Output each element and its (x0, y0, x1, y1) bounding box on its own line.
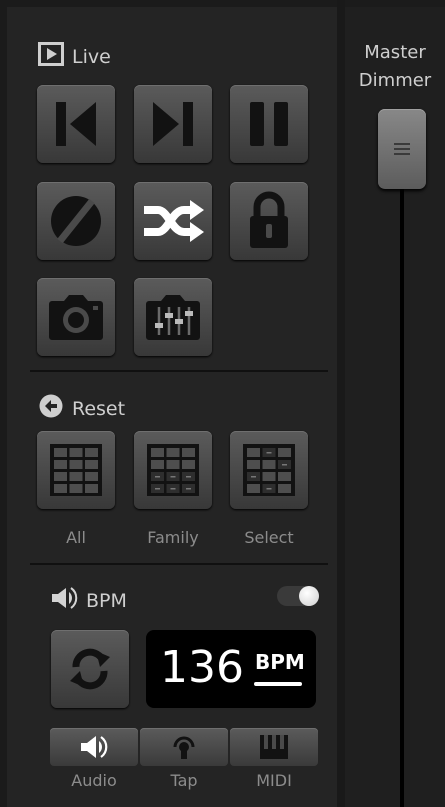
section-separator (30, 370, 328, 372)
master-dimmer-title-line2: Dimmer (358, 70, 432, 91)
piano-keys-icon (260, 735, 288, 759)
grid-family-icon (147, 444, 199, 496)
dimmer-track (400, 187, 404, 807)
dimmer-fader-handle[interactable] (378, 109, 426, 189)
reset-select-label: Select (244, 528, 294, 547)
bpm-underline (254, 682, 302, 686)
next-button[interactable] (134, 85, 212, 163)
bpm-source-audio-label: Audio (71, 771, 117, 790)
master-dimmer-title: Master Dimmer (345, 39, 445, 95)
master-dimmer-panel: Master Dimmer (345, 7, 445, 807)
toggle-knob (299, 586, 319, 606)
section-separator (30, 563, 328, 565)
shuffle-button[interactable] (134, 182, 212, 260)
bpm-unit: BPM (255, 650, 305, 674)
live-header: Live (38, 42, 111, 71)
panel-divider (337, 0, 345, 807)
lock-button[interactable] (230, 182, 308, 260)
skip-back-icon (56, 102, 96, 146)
bpm-value: 136 (160, 642, 244, 693)
reset-label: Reset (72, 397, 126, 420)
reset-all-label: All (66, 528, 86, 547)
speaker-icon (81, 736, 108, 758)
bpm-label: BPM (86, 589, 127, 612)
master-dimmer-title-line1: Master (364, 42, 426, 63)
bpm-source-audio-button[interactable] (50, 728, 138, 766)
previous-button[interactable] (37, 85, 115, 163)
bpm-source-tap-button[interactable] (140, 728, 228, 766)
reset-family-label: Family (147, 528, 199, 547)
grip-icon (394, 143, 410, 155)
bpm-display: 136 BPM (146, 630, 316, 708)
reset-family-button[interactable] (134, 431, 212, 509)
lock-icon (250, 191, 288, 248)
blackout-button[interactable] (37, 182, 115, 260)
bpm-source-tap-label: Tap (170, 771, 198, 790)
pause-icon (250, 102, 288, 146)
grid-select-icon (243, 444, 295, 496)
bpm-source-midi-label: MIDI (256, 771, 292, 790)
mixer-camera-icon (146, 295, 200, 340)
speaker-icon (50, 586, 78, 615)
bpm-sync-button[interactable] (51, 630, 129, 708)
skip-forward-icon (153, 102, 193, 146)
live-label: Live (72, 45, 111, 68)
camera-icon (49, 295, 103, 340)
snapshot-button[interactable] (37, 278, 115, 356)
bpm-header: BPM (50, 586, 127, 615)
reset-header[interactable]: Reset (38, 393, 125, 424)
play-box-icon (38, 42, 64, 71)
tap-icon (173, 736, 195, 759)
back-circle-icon (38, 393, 64, 424)
reset-select-button[interactable] (230, 431, 308, 509)
pause-button[interactable] (230, 85, 308, 163)
shuffle-icon (144, 200, 204, 242)
bpm-source-midi-button[interactable] (230, 728, 318, 766)
grid-all-icon (50, 444, 102, 496)
mixer-snapshot-button[interactable] (134, 278, 212, 356)
reset-all-button[interactable] (37, 431, 115, 509)
refresh-icon (70, 648, 110, 690)
bpm-toggle[interactable] (277, 586, 319, 606)
blackout-icon (51, 196, 101, 246)
